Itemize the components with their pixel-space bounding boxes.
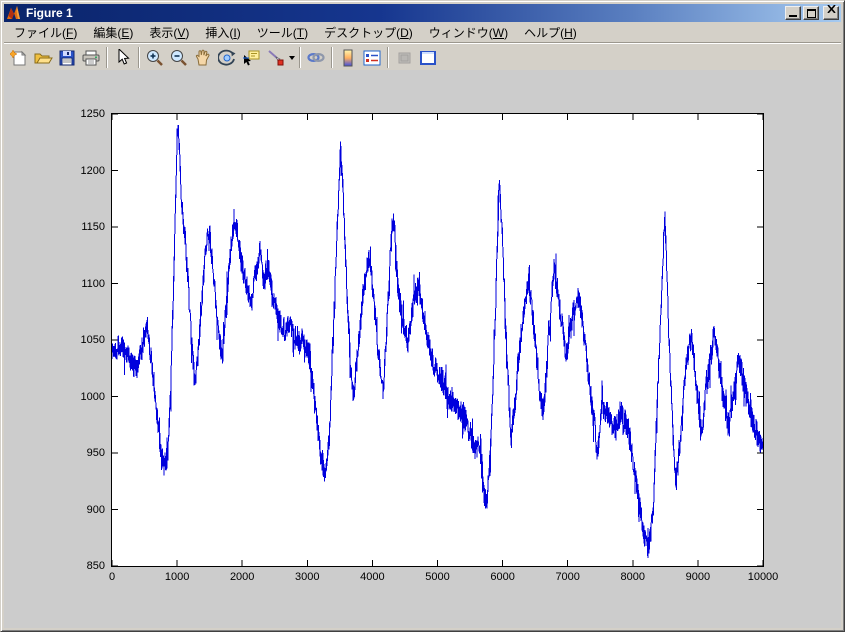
y-axis-tick-label: 950: [45, 447, 105, 460]
figure-window: Figure 1 ファイル(F)編集(E)表示(V)挿入(I)ツール(T)デスク…: [0, 0, 845, 632]
x-axis-tick-label: 8000: [603, 571, 663, 584]
menu-item-v[interactable]: 表示(V): [141, 22, 197, 43]
x-axis-tick-label: 1000: [147, 571, 207, 584]
x-axis-tick-label: 2000: [212, 571, 272, 584]
new-document-icon: [10, 49, 28, 67]
menu-item-h[interactable]: ヘルプ(H): [516, 22, 585, 43]
toolbar: [4, 42, 841, 70]
maximize-button[interactable]: [803, 6, 819, 20]
y-axis-tick-label: 1000: [45, 391, 105, 404]
zoom-out-button[interactable]: [167, 46, 191, 69]
menu-item-t[interactable]: ツール(T): [249, 22, 316, 43]
open-file-button[interactable]: [31, 46, 55, 69]
hide-plot-tools-button: [392, 46, 416, 69]
toolbar-separator: [299, 47, 301, 68]
show-plot-tools-icon: [419, 50, 437, 66]
matlab-logo-icon: [6, 5, 22, 21]
chevron-down-icon: [289, 56, 295, 60]
window-title: Figure 1: [26, 6, 783, 20]
title-bar[interactable]: Figure 1: [4, 4, 841, 22]
menu-item-i[interactable]: 挿入(I): [197, 22, 248, 43]
rotate-3d-button[interactable]: [215, 46, 239, 69]
insert-colorbar-button[interactable]: [336, 46, 360, 69]
menu-item-e[interactable]: 編集(E): [85, 22, 141, 43]
x-axis-tick-label: 4000: [342, 571, 402, 584]
toolbar-separator: [387, 47, 389, 68]
figure-canvas: 0100020003000400050006000700080009000100…: [4, 70, 841, 628]
brush-icon: [267, 49, 284, 66]
new-figure-button[interactable]: [7, 46, 31, 69]
maximize-icon: [807, 9, 816, 18]
y-axis-tick-label: 900: [45, 504, 105, 517]
colorbar-icon: [342, 49, 354, 67]
zoom-out-icon: [170, 49, 188, 67]
show-plot-tools-button[interactable]: [416, 46, 440, 69]
line-chart: [112, 114, 763, 566]
y-axis-tick-label: 1250: [45, 108, 105, 121]
x-axis-tick-label: 3000: [277, 571, 337, 584]
pan-button[interactable]: [191, 46, 215, 69]
x-axis-tick-label: 7000: [538, 571, 598, 584]
link-plot-button[interactable]: [304, 46, 328, 69]
menu-item-w[interactable]: ウィンドウ(W): [421, 22, 516, 43]
minimize-icon: [789, 15, 797, 17]
close-icon: [827, 0, 836, 18]
edit-plot-button[interactable]: [111, 46, 135, 69]
toolbar-separator: [138, 47, 140, 68]
save-floppy-icon: [59, 50, 75, 66]
data-cursor-button[interactable]: [239, 46, 263, 69]
y-axis-tick-label: 850: [45, 560, 105, 573]
zoom-in-button[interactable]: [143, 46, 167, 69]
signal-line: [112, 125, 763, 558]
toolbar-separator: [331, 47, 333, 68]
x-axis-tick-label: 9000: [668, 571, 728, 584]
chain-link-icon: [307, 50, 325, 65]
toolbar-separator: [106, 47, 108, 68]
y-axis-tick-label: 1150: [45, 221, 105, 234]
axis-ticks: [112, 114, 763, 566]
y-axis-tick-label: 1100: [45, 278, 105, 291]
hand-icon: [195, 49, 211, 66]
menu-item-f[interactable]: ファイル(F): [6, 22, 85, 43]
print-figure-button[interactable]: [79, 46, 103, 69]
arrow-cursor-icon: [116, 49, 130, 66]
y-axis-tick-label: 1050: [45, 334, 105, 347]
y-axis-tick-label: 1200: [45, 165, 105, 178]
insert-legend-button[interactable]: [360, 46, 384, 69]
printer-icon: [82, 50, 100, 66]
brush-dropdown-arrow[interactable]: [287, 46, 296, 69]
x-axis-tick-label: 5000: [408, 571, 468, 584]
zoom-in-icon: [146, 49, 164, 67]
open-folder-icon: [34, 50, 53, 66]
menu-bar: ファイル(F)編集(E)表示(V)挿入(I)ツール(T)デスクトップ(D)ウィン…: [4, 22, 841, 42]
menu-item-d[interactable]: デスクトップ(D): [316, 22, 421, 43]
hide-plot-tools-icon: [397, 51, 412, 65]
x-axis-tick-label: 6000: [473, 571, 533, 584]
brush-data-button[interactable]: [263, 46, 287, 69]
rotate-3d-icon: [218, 49, 236, 67]
save-figure-button[interactable]: [55, 46, 79, 69]
x-axis-tick-label: 10000: [733, 571, 793, 584]
close-button[interactable]: [823, 6, 839, 20]
minimize-button[interactable]: [785, 6, 801, 20]
data-cursor-icon: [242, 49, 260, 66]
legend-icon: [363, 50, 381, 66]
plot-area[interactable]: [111, 113, 764, 567]
